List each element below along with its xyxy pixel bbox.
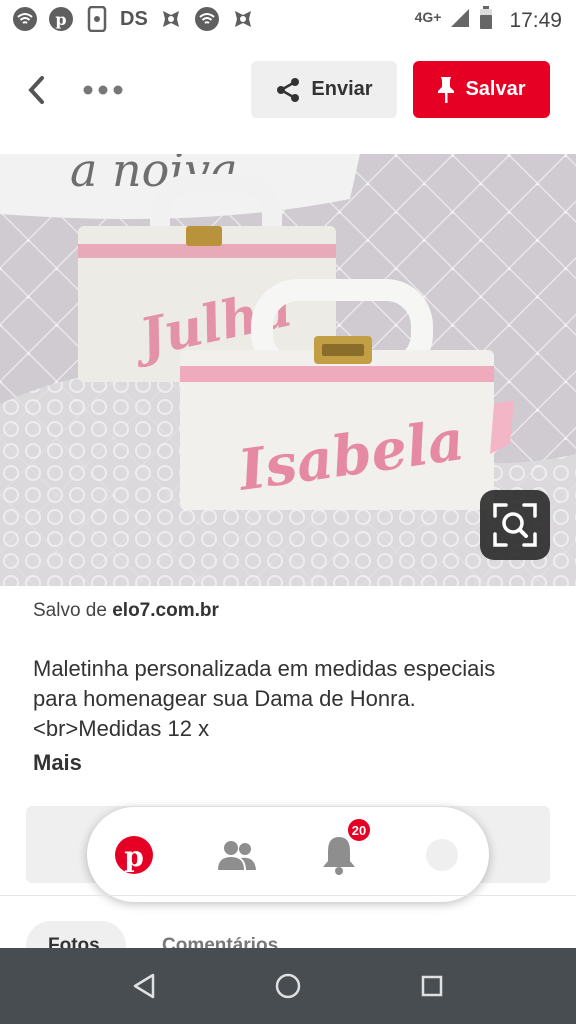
nav-profile-button[interactable]: [416, 829, 468, 881]
pin-description: Maletinha personalizada em medidas espec…: [33, 656, 496, 741]
nav-home-button[interactable]: p: [108, 829, 160, 881]
section-divider: [0, 895, 576, 896]
source-prefix: Salvo de: [33, 600, 113, 621]
notification-badge: 20: [346, 817, 372, 843]
more-options-button[interactable]: [80, 70, 126, 110]
more-link[interactable]: Mais: [33, 750, 82, 776]
android-recents-button[interactable]: [412, 966, 452, 1006]
status-bar: p DS 4G+ 17:49: [0, 0, 576, 40]
triangle-back-icon: [133, 973, 155, 999]
ellipsis-icon: [83, 85, 123, 95]
wifi-notification-icon-2: [194, 6, 220, 32]
bug-notification-icon-2: [230, 6, 256, 32]
avatar: [426, 839, 458, 871]
pin-icon: [438, 76, 455, 103]
battery-icon: [479, 6, 493, 35]
pinterest-notification-icon: p: [48, 6, 74, 32]
svg-text:p: p: [124, 840, 144, 873]
android-navigation-bar: [0, 948, 576, 1024]
lens-search-icon: [493, 503, 537, 547]
chevron-left-icon: [28, 76, 44, 104]
wifi-notification-icon: [12, 6, 38, 32]
network-type: 4G+: [414, 8, 442, 25]
svg-text:p: p: [55, 10, 66, 29]
notification-icons: p DS: [12, 6, 256, 32]
android-back-button[interactable]: [124, 966, 164, 1006]
nav-following-button[interactable]: [211, 829, 263, 881]
phone-notification-icon: [84, 6, 110, 32]
circle-home-icon: [275, 973, 301, 999]
send-button-label: Enviar: [311, 78, 373, 100]
people-icon: [218, 841, 256, 870]
back-button[interactable]: [18, 70, 54, 110]
pin-toolbar: Enviar Salvar: [0, 40, 576, 154]
signal-icon: [449, 7, 471, 34]
bug-notification-icon: [158, 6, 184, 32]
square-recents-icon: [421, 975, 443, 997]
share-icon: [277, 77, 300, 102]
pinterest-logo-icon: p: [115, 836, 153, 874]
save-button-label: Salvar: [465, 78, 526, 100]
pin-source[interactable]: Salvo de elo7.com.br: [33, 600, 219, 622]
source-domain-link[interactable]: elo7.com.br: [112, 600, 219, 621]
visual-search-button[interactable]: [480, 490, 550, 560]
clock: 17:49: [509, 8, 562, 32]
android-home-button[interactable]: [268, 966, 308, 1006]
send-button[interactable]: Enviar: [251, 61, 397, 118]
ds-notification-label: DS: [120, 7, 148, 30]
save-button[interactable]: Salvar: [413, 61, 550, 118]
bottom-navigation: p: [87, 807, 489, 902]
system-indicators: 4G+ 17:49: [415, 6, 562, 35]
